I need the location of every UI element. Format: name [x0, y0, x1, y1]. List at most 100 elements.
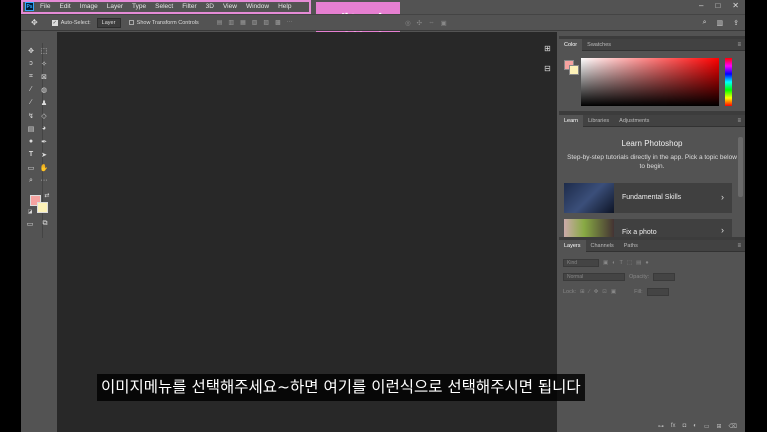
panel-menu-icon[interactable]: ≡: [737, 118, 741, 124]
zoom-tool-icon[interactable]: ⌕: [22, 177, 40, 185]
lock-position-icon[interactable]: ✥: [594, 289, 599, 295]
adjustment-layer-icon[interactable]: ◐: [693, 423, 697, 429]
3d-slide-icon[interactable]: ⇔: [428, 19, 435, 27]
new-layer-icon[interactable]: ⊞: [716, 423, 721, 430]
menu-bar-highlight-box: [21, 0, 311, 14]
type-filter-icon[interactable]: T: [620, 260, 623, 266]
gradient-tool-icon[interactable]: ▤: [22, 125, 40, 133]
fill-field[interactable]: [646, 287, 669, 296]
type-tool-icon[interactable]: T: [22, 151, 40, 158]
tab-learn[interactable]: Learn: [559, 114, 584, 127]
lasso-tool-icon[interactable]: ↄ: [22, 60, 40, 67]
blend-mode-dropdown[interactable]: Normal: [563, 272, 625, 281]
delete-layer-icon[interactable]: ⌫: [729, 423, 737, 430]
workspace-icon[interactable]: ▥: [717, 19, 724, 27]
minimize-button[interactable]: –: [699, 1, 703, 10]
layer-kind-filter[interactable]: Kind: [563, 258, 599, 267]
lock-image-icon[interactable]: ∕: [589, 289, 590, 295]
default-colors-icon[interactable]: ◪: [26, 209, 34, 215]
properties-panel-icon[interactable]: ⊟: [544, 64, 551, 73]
tab-adjustments[interactable]: Adjustments: [614, 115, 654, 127]
tab-channels[interactable]: Channels: [586, 240, 619, 252]
color-panel-tabs: Color Swatches ≡: [559, 38, 745, 51]
move-tool-icon[interactable]: ✥: [31, 18, 38, 27]
auto-select-checkbox[interactable]: ✓: [51, 19, 58, 26]
lock-artboard-icon[interactable]: ⊡: [602, 289, 607, 295]
eraser-tool-icon[interactable]: ◇: [39, 112, 49, 120]
swap-colors-icon[interactable]: ⇄: [43, 192, 51, 199]
panel-menu-icon[interactable]: ≡: [737, 42, 741, 48]
background-color-swatch[interactable]: [37, 202, 48, 213]
layers-panel-tabs: Layers Channels Paths ≡: [559, 239, 745, 252]
auto-select-dropdown[interactable]: Layer: [96, 17, 121, 28]
color-picker-field[interactable]: [581, 58, 719, 106]
color-panel: Color Swatches ≡: [559, 38, 745, 111]
collapsed-panel-icons: ⊞ ⊟: [540, 40, 558, 80]
link-layers-icon[interactable]: ⊶: [658, 423, 664, 430]
hue-slider[interactable]: [725, 58, 732, 106]
close-button[interactable]: ✕: [732, 1, 739, 10]
history-brush-tool-icon[interactable]: ↯: [22, 112, 40, 120]
crop-tool-icon[interactable]: ⌗: [22, 73, 40, 81]
align-middle-icon[interactable]: ▨: [263, 19, 269, 26]
new-group-icon[interactable]: ▭: [704, 423, 710, 430]
more-options-icon[interactable]: ···: [287, 19, 293, 26]
search-icon[interactable]: ⌕: [703, 19, 707, 27]
tab-paths[interactable]: Paths: [619, 240, 643, 252]
tab-layers[interactable]: Layers: [559, 239, 586, 252]
dodge-tool-icon[interactable]: ●: [22, 138, 40, 145]
magic-wand-tool-icon[interactable]: ✧: [39, 60, 49, 68]
pen-tool-icon[interactable]: ✒: [39, 138, 49, 146]
history-panel-icon[interactable]: ⊞: [544, 44, 551, 53]
tab-color[interactable]: Color: [559, 38, 583, 51]
3d-camera-icon[interactable]: ▣: [441, 19, 447, 27]
quick-mask-icon[interactable]: ▭: [25, 220, 35, 228]
tab-libraries[interactable]: Libraries: [583, 115, 614, 127]
align-center-icon[interactable]: ▥: [228, 19, 234, 26]
smart-object-filter-icon[interactable]: ▤: [636, 260, 641, 266]
move-tool-icon[interactable]: ✥: [22, 47, 40, 55]
learn-card-fix-a-photo[interactable]: Fix a photo ›: [564, 219, 732, 237]
patch-tool-icon[interactable]: ◍: [39, 86, 49, 94]
color-panel-background-swatch[interactable]: [569, 65, 579, 75]
rectangle-tool-icon[interactable]: ▭: [22, 164, 40, 172]
align-top-icon[interactable]: ▧: [252, 19, 258, 26]
learn-title: Learn Photoshop: [621, 139, 683, 148]
shape-filter-icon[interactable]: ⬚: [627, 260, 632, 266]
card-label: Fix a photo: [622, 229, 657, 236]
filter-toggle-icon[interactable]: ●: [645, 260, 648, 266]
maximize-button[interactable]: □: [715, 1, 720, 10]
layer-mask-icon[interactable]: ◘: [683, 423, 687, 429]
panel-menu-icon[interactable]: ≡: [737, 243, 741, 249]
lock-all-icon[interactable]: ▣: [611, 289, 616, 295]
pixel-filter-icon[interactable]: ▣: [603, 260, 608, 266]
edit-toolbar-icon[interactable]: ···: [39, 177, 49, 184]
eyedropper-tool-icon[interactable]: ⁄: [22, 86, 40, 93]
path-selection-tool-icon[interactable]: ➤: [39, 151, 49, 159]
align-right-icon[interactable]: ▦: [240, 19, 246, 26]
tab-swatches[interactable]: Swatches: [582, 39, 616, 51]
screen-mode-icon[interactable]: ⧉: [40, 220, 50, 228]
auto-select-label: Auto-Select:: [60, 19, 91, 26]
right-panels: Color Swatches ≡ Learn Libraries Adjustm…: [559, 36, 745, 432]
marquee-tool-icon[interactable]: ⬚: [39, 47, 49, 55]
brush-tool-icon[interactable]: ∕: [22, 99, 40, 106]
align-bottom-icon[interactable]: ▩: [275, 19, 281, 26]
frame-tool-icon[interactable]: ⊠: [39, 73, 49, 81]
share-icon[interactable]: ⇪: [733, 19, 739, 27]
document-canvas-area[interactable]: [57, 32, 557, 432]
blur-tool-icon[interactable]: ◕: [39, 125, 49, 132]
opacity-label: Opacity:: [629, 273, 650, 280]
3d-pan-icon[interactable]: ✣: [417, 19, 422, 27]
stamp-tool-icon[interactable]: ♟: [39, 99, 49, 107]
hand-tool-icon[interactable]: ✋: [39, 164, 49, 172]
lock-transparent-icon[interactable]: ⊞: [580, 289, 585, 295]
align-left-icon[interactable]: ▤: [217, 19, 223, 26]
3d-rotate-icon[interactable]: ◎: [405, 19, 411, 27]
adjustment-filter-icon[interactable]: ◐: [612, 260, 615, 266]
opacity-field[interactable]: [653, 272, 676, 281]
layer-style-icon[interactable]: fx: [671, 423, 676, 429]
show-transform-checkbox[interactable]: [128, 20, 134, 25]
learn-scrollbar[interactable]: [738, 137, 743, 197]
learn-card-fundamental-skills[interactable]: Fundamental Skills ›: [564, 183, 732, 213]
